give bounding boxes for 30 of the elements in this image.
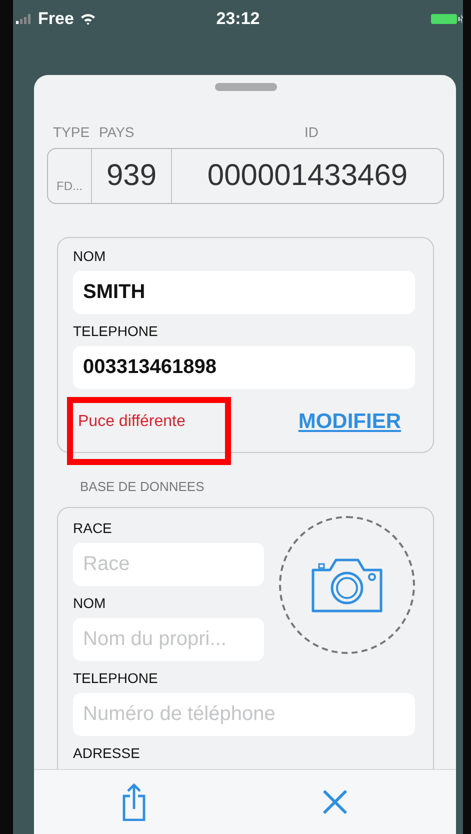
field-label: TELEPHONE: [73, 670, 158, 686]
drag-handle[interactable]: [214, 83, 276, 91]
column-label: TYPE: [52, 124, 91, 142]
field-label: NOM: [73, 248, 106, 264]
column-label: ID: [304, 124, 320, 142]
chip-id-field[interactable]: FD... 939 000001433469: [47, 148, 444, 204]
input-field[interactable]: 003313461898: [73, 346, 415, 389]
field-label: ADRESSE: [73, 745, 140, 761]
input-field[interactable]: Nom du propri...: [73, 618, 264, 661]
close-icon[interactable]: [322, 789, 348, 815]
country-value: 939: [92, 149, 172, 203]
photo-button[interactable]: [278, 516, 415, 654]
input-field[interactable]: SMITH: [73, 271, 415, 314]
wifi-icon: [80, 13, 96, 25]
battery-icon: [431, 13, 463, 25]
input-field[interactable]: Race: [73, 543, 264, 586]
input-field[interactable]: Numéro de téléphone: [73, 693, 415, 736]
field-label: RACE: [73, 520, 112, 536]
share-icon[interactable]: [122, 783, 146, 821]
signal-icon: [16, 14, 32, 24]
column-label: PAYS: [99, 124, 136, 142]
camera-icon: [310, 556, 384, 614]
field-label: TELEPHONE: [73, 323, 158, 339]
status-time: 23:12: [216, 9, 260, 29]
field-label: NOM: [73, 595, 106, 611]
warning-text: Puce différente: [78, 413, 186, 430]
carrier-name: Free: [38, 9, 74, 29]
type-value: FD...: [48, 149, 92, 203]
section-title: BASE DE DONNEES: [80, 479, 206, 496]
id-value: 000001433469: [206, 159, 409, 193]
